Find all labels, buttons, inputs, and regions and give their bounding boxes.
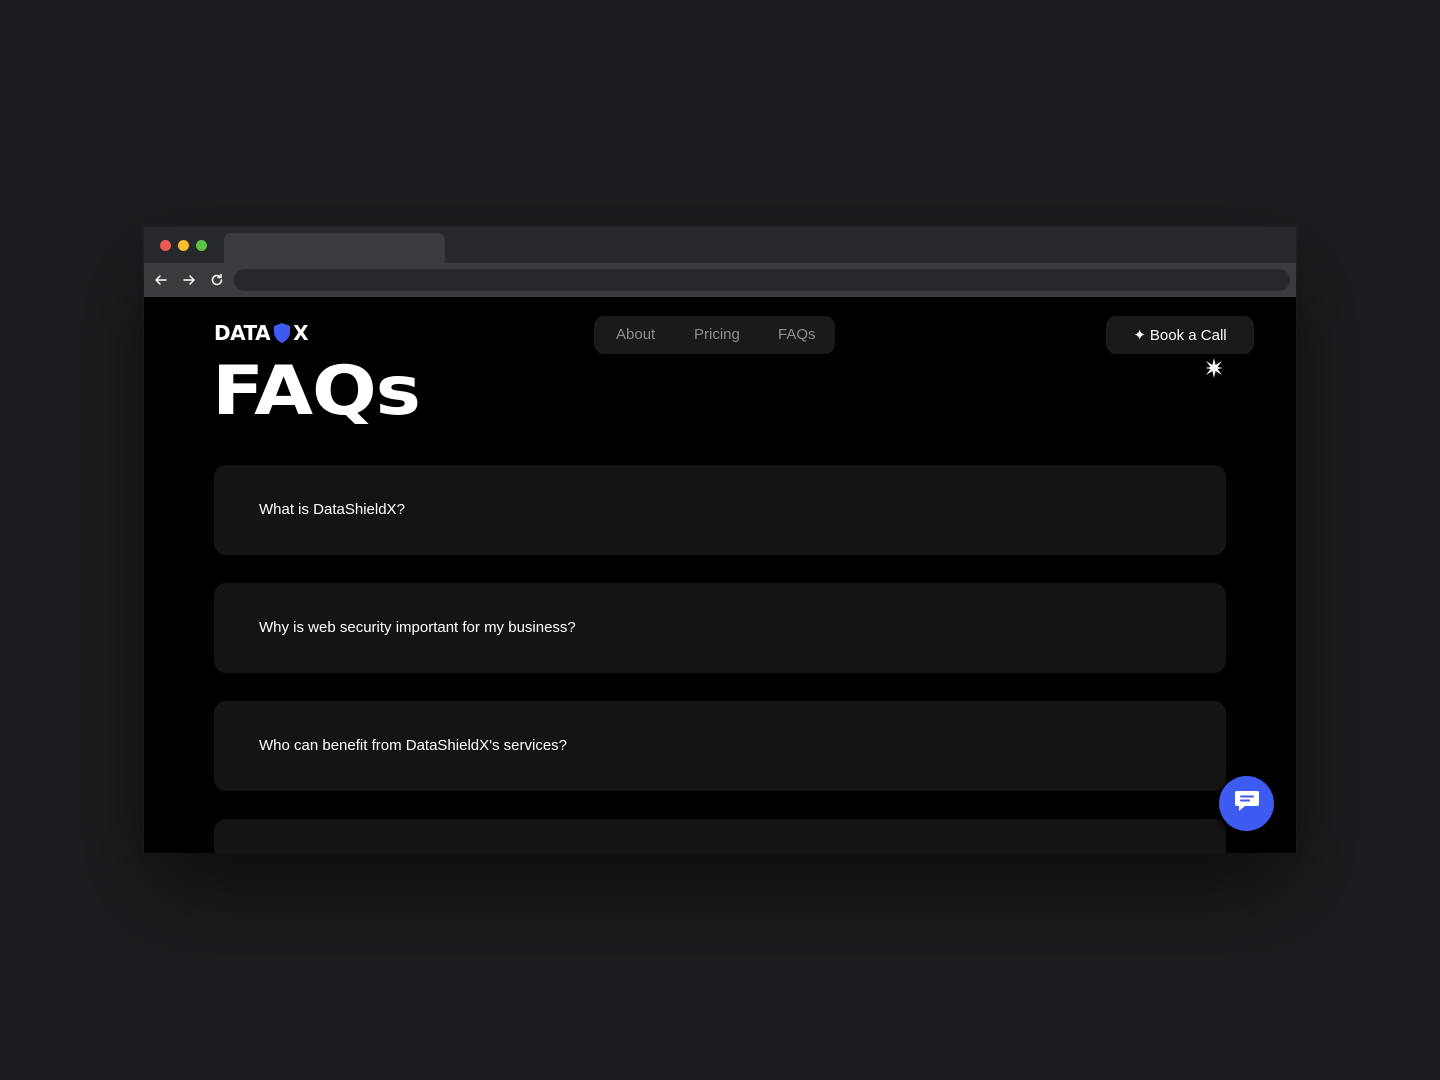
website: DATA X About Pricing FAQs ✦ Book a Call … (144, 297, 1296, 853)
faq-item[interactable]: Who can benefit from DataShieldX's servi… (214, 701, 1226, 791)
browser-titlebar (144, 227, 1296, 263)
main-nav: About Pricing FAQs (594, 316, 835, 354)
minimize-window-button[interactable] (178, 240, 189, 251)
faq-item[interactable]: What is DataShieldX? (214, 465, 1226, 555)
page-title: FAQs (212, 352, 421, 431)
browser-window: DATA X About Pricing FAQs ✦ Book a Call … (144, 227, 1296, 853)
nav-link-faqs[interactable]: FAQs (778, 326, 816, 343)
faq-item[interactable] (214, 819, 1226, 853)
arrow-right-icon[interactable] (179, 270, 199, 290)
arrow-left-icon[interactable] (151, 270, 171, 290)
book-a-call-button[interactable]: ✦ Book a Call (1106, 316, 1254, 354)
faq-question: What is DataShieldX? (259, 501, 405, 518)
shield-icon (273, 322, 291, 344)
book-a-call-label: Book a Call (1149, 326, 1227, 344)
nav-link-about[interactable]: About (616, 326, 655, 343)
nav-link-pricing[interactable]: Pricing (694, 326, 740, 343)
browser-tab[interactable] (224, 233, 445, 263)
brand-logo[interactable]: DATA X (214, 321, 309, 345)
faq-question: Who can benefit from DataShieldX's servi… (259, 737, 568, 754)
sparkle-icon (1204, 357, 1224, 384)
chat-icon (1234, 789, 1260, 818)
close-window-button[interactable] (160, 240, 171, 251)
reload-icon[interactable] (207, 270, 227, 290)
faq-item[interactable]: Why is web security important for my bus… (214, 583, 1226, 673)
maximize-window-button[interactable] (196, 240, 207, 251)
faq-question: Why is web security important for my bus… (259, 619, 576, 636)
brand-text-part2: X (293, 321, 309, 345)
chat-button[interactable] (1219, 776, 1274, 831)
star-icon: ✦ (1133, 327, 1146, 344)
browser-toolbar (144, 263, 1296, 297)
address-bar[interactable] (234, 269, 1290, 291)
brand-text-part1: DATA (214, 321, 271, 345)
